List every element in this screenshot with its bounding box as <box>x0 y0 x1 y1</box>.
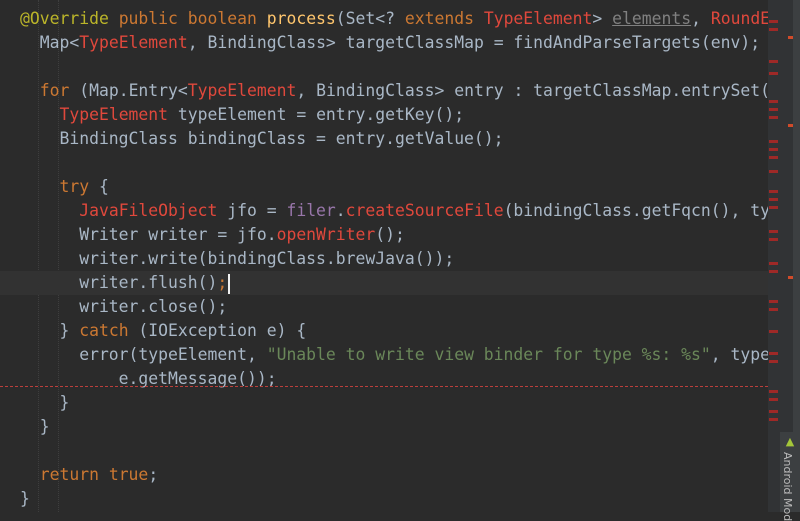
error-stripe-mark[interactable] <box>769 170 778 173</box>
code-line-9[interactable]: JavaFileObject jfo = filer.createSourceF… <box>20 199 768 223</box>
android-tab-label: Android Mod <box>781 452 794 521</box>
error-stripe-mark[interactable] <box>769 300 778 303</box>
code-line-8[interactable]: try { <box>20 175 108 199</box>
error-stripe-mark[interactable] <box>769 330 778 333</box>
warning-stripe-mark[interactable] <box>788 36 793 39</box>
code-line-1[interactable]: @Override public boolean process(Set<? e… <box>20 7 768 31</box>
code-line-14[interactable]: } catch (IOException e) { <box>20 319 306 343</box>
error-stripe-mark[interactable] <box>769 398 778 401</box>
error-stripe-mark[interactable] <box>769 262 778 265</box>
code-line-4[interactable]: for (Map.Entry<TypeElement, BindingClass… <box>20 79 768 103</box>
code-line-6[interactable]: BindingClass bindingClass = entry.getVal… <box>20 127 503 151</box>
code-line-20[interactable]: return true; <box>20 463 158 487</box>
error-stripe-mark[interactable] <box>769 390 778 393</box>
warning-stripe-mark[interactable] <box>788 276 793 279</box>
code-line-13[interactable]: writer.close(); <box>20 295 227 319</box>
text-cursor <box>228 273 231 294</box>
error-stripe-mark[interactable] <box>769 148 778 151</box>
error-stripe-mark[interactable] <box>769 410 778 413</box>
error-stripe-mark[interactable] <box>769 60 778 63</box>
error-stripe-mark[interactable] <box>769 360 778 363</box>
error-stripe-mark[interactable] <box>769 230 778 233</box>
error-stripe-mark[interactable] <box>769 116 778 119</box>
error-stripe-mark[interactable] <box>769 270 778 273</box>
code-editor[interactable]: @Override public boolean process(Set<? e… <box>0 0 768 512</box>
code-line-18[interactable]: } <box>20 415 50 439</box>
error-stripe-mark[interactable] <box>769 238 778 241</box>
error-stripe-mark[interactable] <box>769 308 778 311</box>
code-line-2[interactable]: Map<TypeElement, BindingClass> targetCla… <box>20 31 760 55</box>
warning-stripe-mark[interactable] <box>788 124 793 127</box>
android-icon: ▲ <box>785 435 795 448</box>
code-line-17[interactable]: } <box>20 391 69 415</box>
error-stripe-mark[interactable] <box>769 20 778 23</box>
error-stripe-mark[interactable] <box>769 206 778 209</box>
error-underline <box>0 386 768 387</box>
error-stripe-mark[interactable] <box>769 140 778 143</box>
code-line-12-current[interactable]: writer.flush(); <box>0 271 768 295</box>
code-line-11[interactable]: writer.write(bindingClass.brewJava()); <box>20 247 454 271</box>
error-stripe-mark[interactable] <box>769 190 778 193</box>
error-stripe-mark[interactable] <box>769 100 778 103</box>
error-stripe-mark[interactable] <box>769 28 778 31</box>
error-stripe-mark[interactable] <box>769 108 778 111</box>
error-stripe-mark[interactable] <box>769 156 778 159</box>
code-line-5[interactable]: TypeElement typeElement = entry.getKey()… <box>20 103 464 127</box>
android-monitor-tab[interactable]: ▲ Android Mod <box>780 432 800 521</box>
code-line-10[interactable]: Writer writer = jfo.openWriter(); <box>20 223 405 247</box>
error-stripe-mark[interactable] <box>769 72 778 75</box>
code-line-16[interactable]: e.getMessage()); <box>20 367 277 391</box>
error-stripe-mark[interactable] <box>769 418 778 421</box>
code-line-15[interactable]: error(typeElement, "Unable to write view… <box>20 343 768 367</box>
code-line-21[interactable]: } <box>20 487 30 511</box>
error-stripe-mark[interactable] <box>769 352 778 355</box>
error-stripe-mark[interactable] <box>769 198 778 201</box>
